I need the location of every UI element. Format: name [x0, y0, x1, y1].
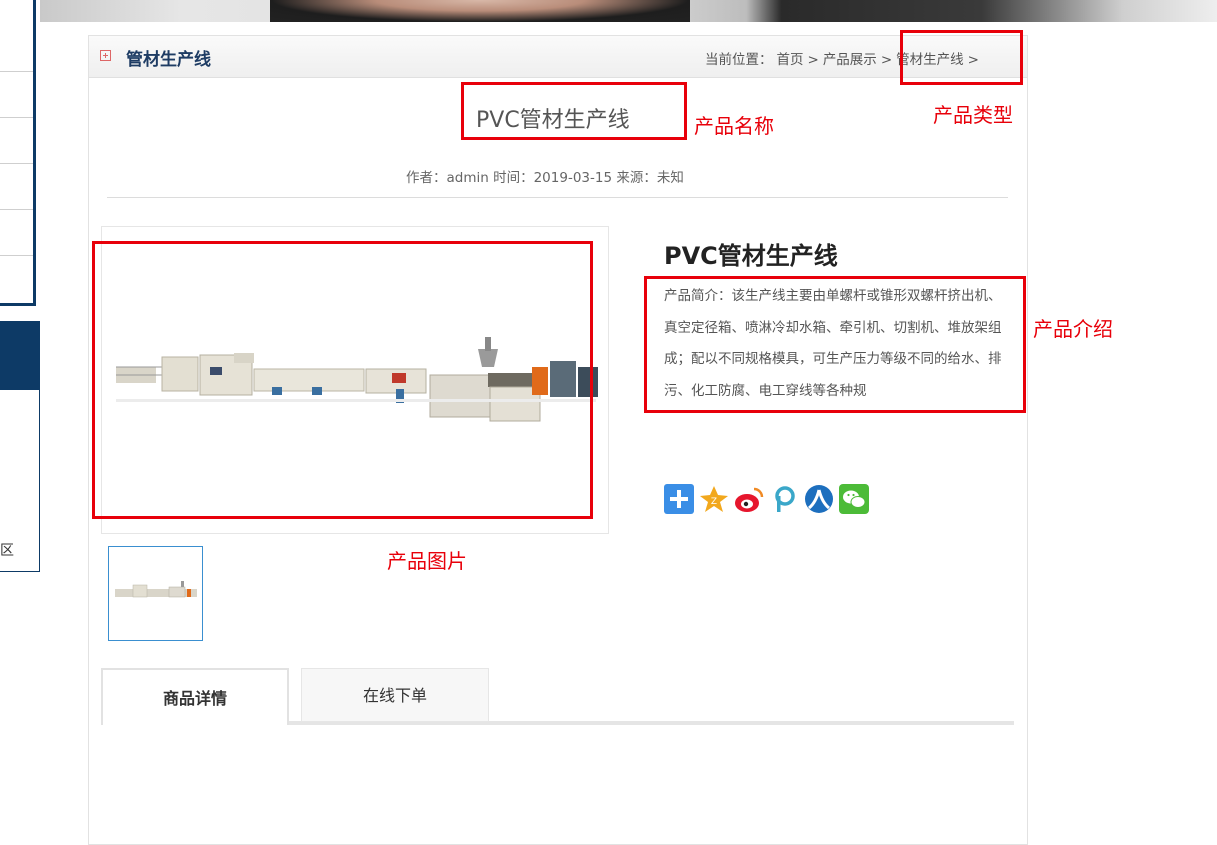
breadcrumb-separator: >: [807, 52, 819, 68]
svg-text:Z: Z: [711, 497, 717, 507]
product-thumbnail[interactable]: [108, 546, 203, 641]
add-share-icon[interactable]: [664, 484, 694, 514]
renren-icon[interactable]: [804, 484, 834, 514]
breadcrumb-products-link[interactable]: 产品展示: [823, 52, 877, 68]
annotation-box-name: [461, 82, 687, 140]
annotation-label-type: 产品类型: [933, 103, 1013, 127]
breadcrumb-home-link[interactable]: 首页: [777, 52, 804, 68]
wechat-icon[interactable]: [839, 484, 869, 514]
sidebar-divider: [0, 117, 33, 118]
page-title: 管材生产线: [126, 50, 211, 70]
sidebar-divider: [0, 71, 33, 72]
annotation-box-intro: [644, 276, 1026, 413]
sidebar-divider: [0, 163, 33, 164]
tab-order-online[interactable]: 在线下单: [301, 668, 489, 722]
weibo-icon[interactable]: [734, 484, 764, 514]
thumbnail-image: [115, 581, 197, 598]
sidebar-divider: [0, 255, 33, 256]
breadcrumb-separator: >: [880, 52, 893, 68]
meta-divider: [107, 197, 1008, 198]
expand-icon: [100, 50, 111, 61]
pengyou-icon[interactable]: [769, 484, 799, 514]
sidebar-divider: [0, 209, 33, 210]
sidebar-text-fragment: 区: [0, 543, 14, 559]
breadcrumb-prefix: 当前位置：: [705, 52, 773, 68]
share-bar: Z: [664, 484, 874, 514]
qzone-icon[interactable]: Z: [699, 484, 729, 514]
article-meta: 作者：admin 时间：2019-03-15 来源：未知: [406, 170, 684, 186]
tab-product-details[interactable]: 商品详情: [101, 668, 289, 725]
sidebar-section-header: [0, 321, 40, 390]
annotation-label-name: 产品名称: [694, 114, 774, 138]
annotation-box-image: [92, 241, 593, 519]
sidebar-menu-box: [0, 0, 36, 306]
annotation-label-intro: 产品介绍: [1033, 317, 1113, 341]
annotation-box-type: [900, 30, 1023, 85]
annotation-label-image: 产品图片: [387, 549, 467, 573]
product-title: PVC管材生产线: [664, 242, 838, 270]
banner-photo: [270, 0, 690, 22]
